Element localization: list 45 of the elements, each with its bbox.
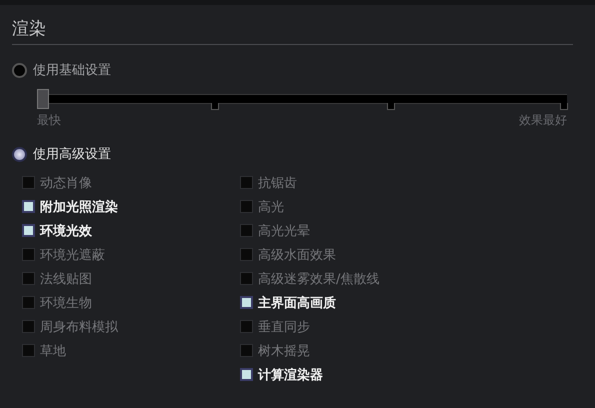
checkbox-label: 垂直同步 [258,318,310,336]
slider-min-label: 最快 [37,112,61,129]
checkbox-label: 高光光晕 [258,222,310,240]
checkbox-label: 附加光照渲染 [40,198,118,216]
checkbox[interactable] [240,224,253,237]
slider-tick [560,103,568,110]
checkbox[interactable] [22,272,35,285]
checkbox-label: 动态肖像 [40,174,92,192]
checkbox[interactable] [240,272,253,285]
radio-label: 使用高级设置 [33,146,111,163]
checkbox-label: 法线贴图 [40,270,92,288]
slider-tick [387,103,396,110]
checkbox-label: 草地 [40,342,66,360]
checkbox-label: 抗锯齿 [258,174,297,192]
checkbox[interactable] [22,200,35,213]
section-title: 渲染 [12,17,573,45]
checkbox[interactable] [22,344,35,357]
checkbox[interactable] [22,248,35,261]
checkbox-label: 计算渲染器 [258,366,323,384]
checkbox[interactable] [22,224,35,237]
checkbox-label: 环境光效 [40,222,92,240]
radio-button[interactable] [12,146,27,162]
checkbox-label: 高级水面效果 [258,246,336,264]
checkbox-label: 环境生物 [40,294,92,312]
checkbox[interactable] [22,320,35,333]
checkbox-label: 树木摇晃 [258,342,310,360]
slider-max-label: 效果最好 [519,112,567,129]
checkbox[interactable] [240,248,253,261]
checkbox-label: 周身布料模拟 [40,318,118,336]
slider-tick [210,103,219,110]
checkbox[interactable] [240,296,253,309]
checkbox-label: 主界面高画质 [258,294,336,312]
slider-thumb[interactable] [37,89,49,109]
checkbox-label: 高光 [258,198,284,216]
checkbox[interactable] [240,344,253,357]
radio-button[interactable] [12,62,27,78]
checkbox[interactable] [22,176,35,189]
radio-label: 使用基础设置 [33,62,111,79]
checkbox[interactable] [240,176,253,189]
checkbox[interactable] [240,320,253,333]
checkbox[interactable] [240,368,253,381]
checkbox-label: 环境光遮蔽 [40,246,105,264]
checkbox[interactable] [240,200,253,213]
checkbox[interactable] [22,296,35,309]
checkbox-label: 高级迷雾效果/焦散线 [258,270,380,288]
